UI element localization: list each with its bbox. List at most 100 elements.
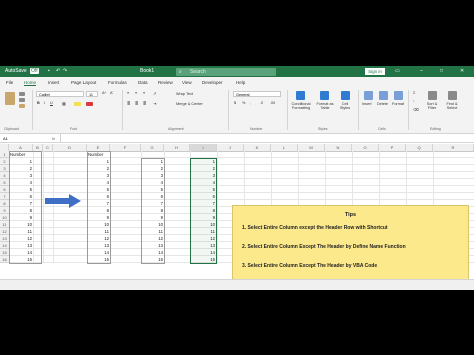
font-name-select[interactable]: Calibri (36, 91, 84, 97)
cell-value[interactable]: 10 (10, 221, 32, 228)
indent-icon[interactable]: ⇥ (153, 101, 156, 106)
bold-icon[interactable]: B (37, 101, 40, 105)
borders-icon[interactable]: ▦ (62, 101, 66, 106)
grow-font-icon[interactable]: A^ (102, 91, 106, 95)
cell-value[interactable]: 13 (142, 242, 163, 249)
column-header[interactable]: B (33, 144, 43, 151)
ribbon-display-icon[interactable]: ▭ (395, 68, 400, 74)
format-cells-button[interactable]: Format (392, 102, 404, 106)
column-header[interactable]: J (217, 144, 244, 151)
comma-icon[interactable]: , (250, 101, 251, 105)
column-header[interactable]: M (298, 144, 325, 151)
column-header[interactable]: K (244, 144, 271, 151)
column-header-selected[interactable]: I (190, 144, 217, 151)
row-header[interactable]: 5 (0, 179, 9, 186)
cell-value[interactable]: 5 (10, 186, 32, 193)
cell-styles-icon[interactable] (341, 91, 350, 100)
find-select-icon[interactable] (448, 91, 457, 100)
column-header[interactable]: G (141, 144, 164, 151)
cell-value[interactable]: 10 (191, 221, 215, 228)
search-input[interactable]: ⌕ Search (176, 67, 276, 76)
cell-value[interactable]: 13 (191, 242, 215, 249)
column-header[interactable]: A (9, 144, 33, 151)
cell-value[interactable]: 1 (10, 158, 32, 165)
tab-formulas[interactable]: Formulas (108, 80, 127, 85)
row-header[interactable]: 7 (0, 193, 9, 200)
tab-review[interactable]: Review (158, 80, 173, 85)
conditional-formatting-button[interactable]: Conditional Formatting (290, 102, 312, 110)
number-format-select[interactable]: General (233, 91, 281, 97)
row-header[interactable]: 2 (0, 158, 9, 165)
save-icon[interactable]: ▪ (48, 68, 50, 74)
cell-value[interactable]: 1 (191, 158, 215, 165)
column-header[interactable]: H (164, 144, 190, 151)
cell-styles-button[interactable]: Cell Styles (337, 102, 353, 110)
cell-value[interactable]: 7 (10, 200, 32, 207)
maximize-icon[interactable]: □ (440, 68, 443, 74)
cell-value[interactable]: 8 (142, 207, 163, 214)
cell-value[interactable]: 3 (88, 172, 109, 179)
cell-value[interactable]: 6 (191, 193, 215, 200)
row-header[interactable]: 14 (0, 242, 9, 249)
row-header[interactable]: 12 (0, 228, 9, 235)
redo-icon[interactable]: ↷ (63, 68, 67, 74)
format-cells-icon[interactable] (394, 91, 403, 100)
copy-icon[interactable] (19, 98, 25, 102)
row-header[interactable]: 6 (0, 186, 9, 193)
autosave-toggle[interactable]: Off (30, 68, 39, 74)
cell-value[interactable]: 2 (10, 165, 32, 172)
format-painter-icon[interactable] (19, 104, 25, 108)
cell-header[interactable]: Number (10, 151, 32, 158)
cell-value[interactable]: 11 (88, 228, 109, 235)
row-header[interactable]: 8 (0, 200, 9, 207)
insert-cells-button[interactable]: Insert (362, 102, 372, 106)
cell-value[interactable]: 15 (142, 256, 163, 263)
cell-value[interactable]: 6 (142, 193, 163, 200)
cell-value[interactable]: 9 (10, 214, 32, 221)
name-box[interactable]: A1 (3, 136, 8, 141)
column-header[interactable]: D (53, 144, 87, 151)
undo-icon[interactable]: ↶ (56, 68, 60, 74)
percent-icon[interactable]: % (242, 101, 245, 105)
cell-value[interactable]: 2 (88, 165, 109, 172)
align-center-icon[interactable]: ≣ (135, 101, 138, 106)
row-header[interactable]: 1 (0, 151, 9, 158)
fill-color-icon[interactable] (74, 102, 81, 106)
cell-value[interactable]: 15 (10, 256, 32, 263)
cell-value[interactable]: 11 (142, 228, 163, 235)
cell-value[interactable]: 9 (142, 214, 163, 221)
align-middle-icon[interactable]: ≡ (135, 91, 137, 95)
font-size-select[interactable]: 11 (86, 91, 98, 97)
row-header[interactable]: 3 (0, 165, 9, 172)
cell-value[interactable]: 5 (142, 186, 163, 193)
tab-page-layout[interactable]: Page Layout (71, 80, 96, 85)
currency-icon[interactable]: $ (234, 101, 236, 105)
align-left-icon[interactable]: ≣ (127, 101, 130, 106)
tab-insert[interactable]: Insert (48, 80, 59, 85)
align-top-icon[interactable]: ≡ (127, 91, 129, 95)
tab-home[interactable]: Home (24, 80, 37, 86)
sign-in-button[interactable]: Sign in (365, 68, 385, 75)
cell-value[interactable]: 6 (88, 193, 109, 200)
paste-icon[interactable] (5, 92, 15, 105)
italic-icon[interactable]: I (44, 101, 45, 105)
align-bottom-icon[interactable]: ≡ (143, 91, 145, 95)
cell-value[interactable]: 12 (142, 235, 163, 242)
column-header[interactable]: N (325, 144, 352, 151)
increase-decimal-icon[interactable]: .0 (260, 101, 263, 105)
cell-value[interactable]: 4 (10, 179, 32, 186)
merge-center-button[interactable]: Merge & Center (176, 102, 203, 106)
column-header[interactable]: P (379, 144, 406, 151)
cell-value[interactable]: 6 (10, 193, 32, 200)
cell-value[interactable]: 14 (88, 249, 109, 256)
cell-value[interactable]: 2 (191, 165, 215, 172)
find-select-button[interactable]: Find & Select (444, 102, 460, 110)
row-header[interactable]: 10 (0, 214, 9, 221)
insert-cells-icon[interactable] (364, 91, 373, 100)
cell-value[interactable]: 15 (88, 256, 109, 263)
cell-value[interactable]: 12 (10, 235, 32, 242)
cell-value[interactable]: 14 (142, 249, 163, 256)
cell-value[interactable]: 13 (88, 242, 109, 249)
tab-view[interactable]: View (182, 80, 192, 85)
wrap-text-button[interactable]: Wrap Text (176, 92, 193, 96)
